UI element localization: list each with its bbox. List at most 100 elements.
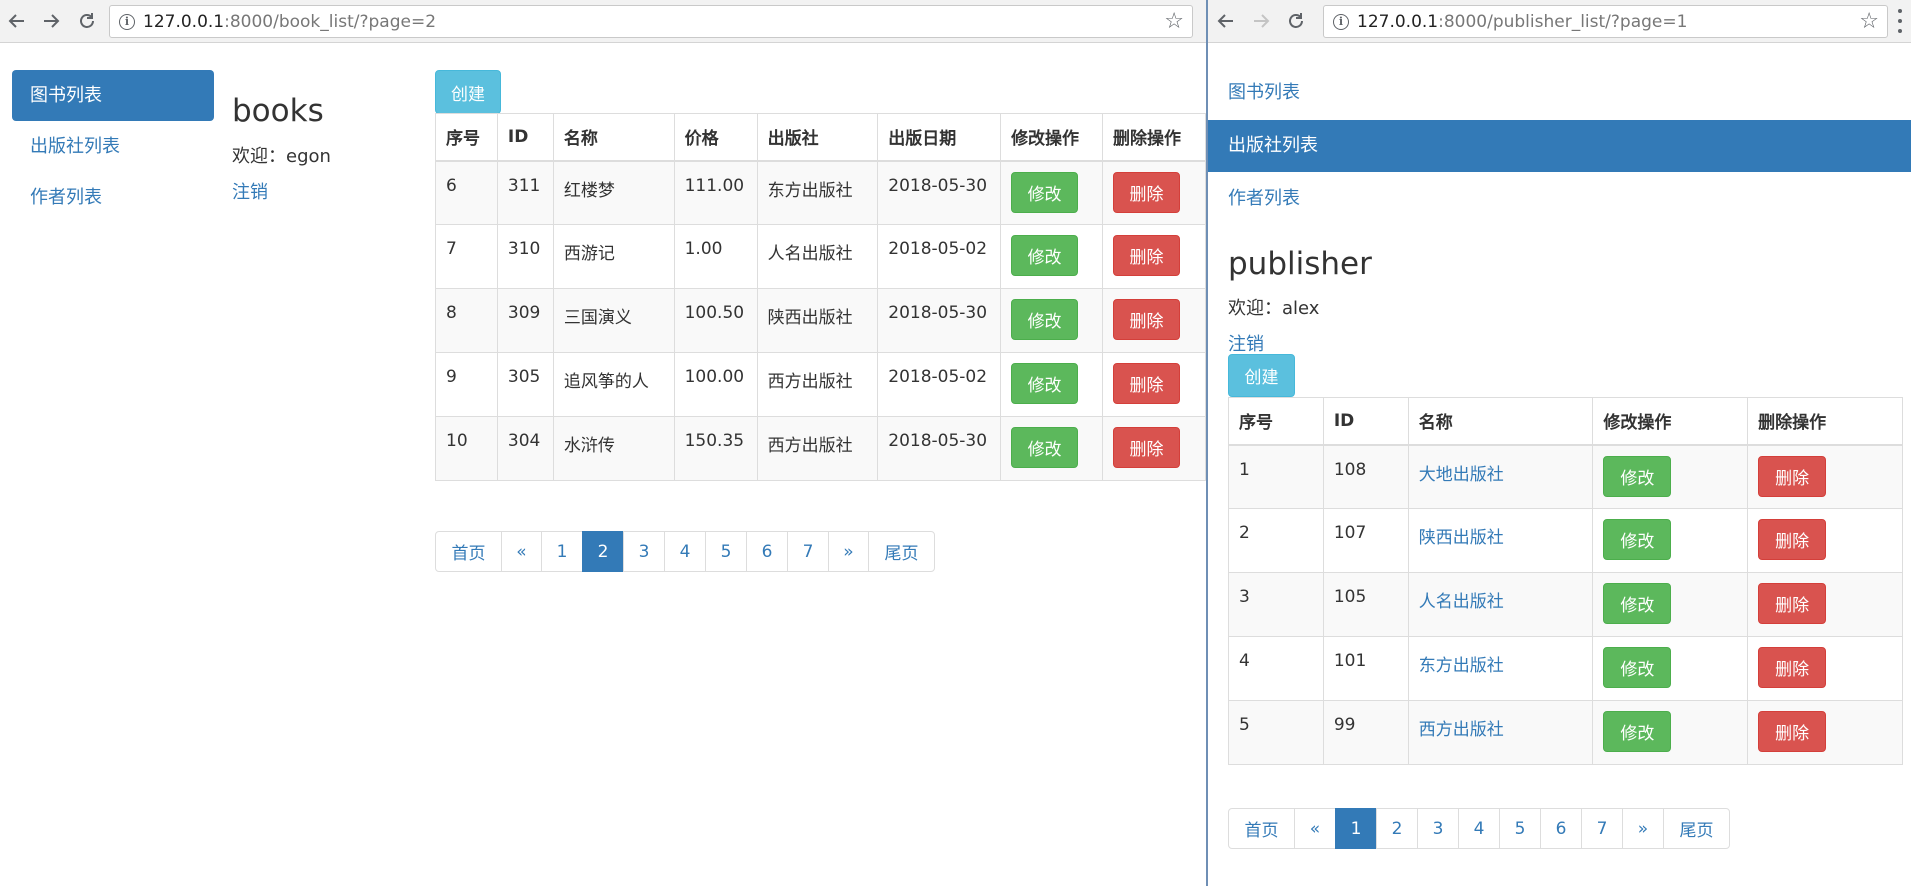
edit-cell: 修改 — [1592, 508, 1749, 573]
forward-arrow-icon[interactable] — [1247, 7, 1275, 35]
delete-button[interactable]: 删除 — [1758, 583, 1827, 624]
create-button[interactable]: 创建 — [1228, 354, 1295, 397]
pager-page-6[interactable]: 6 — [1540, 808, 1582, 849]
sidebar-item-authors[interactable]: 作者列表 — [12, 172, 214, 223]
address-url: 127.0.0.1:8000/publisher_list/?page=1 — [1357, 11, 1688, 32]
edit-button[interactable]: 修改 — [1603, 711, 1672, 752]
pager-next[interactable]: » — [828, 531, 869, 572]
pager-page-6[interactable]: 6 — [746, 531, 788, 572]
pager-page-7[interactable]: 7 — [787, 531, 829, 572]
edit-button[interactable]: 修改 — [1011, 299, 1079, 340]
edit-button[interactable]: 修改 — [1603, 583, 1672, 624]
sidebar-item-publishers[interactable]: 出版社列表 — [12, 121, 214, 172]
sidebar-nav: 图书列表 出版社列表 作者列表 — [12, 70, 214, 223]
book-publisher: 人名出版社 — [756, 224, 879, 289]
browser-toolbar: i 127.0.0.1:8000/book_list/?page=2 ☆ — [0, 0, 1206, 43]
row-number: 4 — [1228, 636, 1324, 701]
publisher-id: 101 — [1322, 636, 1409, 701]
sidebar-item-publishers[interactable]: 出版社列表 — [1208, 120, 1911, 172]
star-icon[interactable]: ☆ — [1164, 10, 1184, 34]
publisher-name-link[interactable]: 东方出版社 — [1419, 656, 1504, 676]
row-number: 8 — [435, 288, 498, 353]
pager-page-2[interactable]: 2 — [1376, 808, 1418, 849]
page-title: books — [232, 93, 324, 129]
pager-next[interactable]: » — [1622, 808, 1664, 849]
book-name: 三国演义 — [552, 288, 675, 353]
edit-button[interactable]: 修改 — [1011, 363, 1079, 404]
logout-link[interactable]: 注销 — [232, 178, 268, 204]
star-icon[interactable]: ☆ — [1859, 10, 1879, 34]
pager-page-4[interactable]: 4 — [1458, 808, 1500, 849]
delete-cell: 删除 — [1747, 572, 1903, 637]
sidebar-item-authors[interactable]: 作者列表 — [1208, 172, 1911, 226]
edit-cell: 修改 — [1592, 700, 1749, 765]
back-arrow-icon[interactable] — [1212, 7, 1240, 35]
create-button[interactable]: 创建 — [435, 70, 501, 114]
browser-toolbar: i 127.0.0.1:8000/publisher_list/?page=1 … — [1208, 0, 1911, 43]
pager-page-5[interactable]: 5 — [705, 531, 747, 572]
address-bar[interactable]: i 127.0.0.1:8000/book_list/?page=2 ☆ — [109, 5, 1193, 38]
pager-page-4[interactable]: 4 — [664, 531, 706, 572]
pager-prev[interactable]: « — [501, 531, 542, 572]
pager-page-2[interactable]: 2 — [582, 531, 624, 572]
delete-button[interactable]: 删除 — [1758, 519, 1827, 560]
edit-cell: 修改 — [1000, 416, 1103, 481]
pager-last[interactable]: 尾页 — [1663, 808, 1730, 849]
pager-page-1[interactable]: 1 — [1335, 808, 1377, 849]
delete-button[interactable]: 删除 — [1758, 455, 1827, 497]
publisher-name-link[interactable]: 人名出版社 — [1419, 592, 1504, 612]
delete-button[interactable]: 删除 — [1758, 711, 1827, 752]
book-name: 红楼梦 — [552, 160, 675, 225]
publisher-id: 105 — [1322, 572, 1409, 637]
sidebar-item-books[interactable]: 图书列表 — [1208, 66, 1911, 120]
edit-button[interactable]: 修改 — [1603, 519, 1672, 560]
pager-page-7[interactable]: 7 — [1581, 808, 1623, 849]
edit-button[interactable]: 修改 — [1011, 171, 1079, 213]
book-date: 2018-05-30 — [877, 416, 1002, 481]
reload-icon[interactable] — [73, 7, 101, 35]
column-header: ID — [496, 113, 554, 162]
delete-cell: 删除 — [1747, 636, 1903, 701]
delete-cell: 删除 — [1747, 508, 1903, 573]
row-number: 10 — [435, 416, 498, 481]
delete-button[interactable]: 删除 — [1113, 235, 1180, 276]
pager-first[interactable]: 首页 — [435, 531, 502, 572]
delete-button[interactable]: 删除 — [1113, 363, 1180, 404]
book-id: 304 — [496, 416, 554, 481]
delete-button[interactable]: 删除 — [1113, 299, 1180, 340]
publisher-id: 108 — [1322, 444, 1409, 509]
edit-button[interactable]: 修改 — [1603, 647, 1672, 688]
publisher-name-link[interactable]: 西方出版社 — [1419, 720, 1504, 740]
edit-cell: 修改 — [1592, 572, 1749, 637]
pager-first[interactable]: 首页 — [1228, 808, 1295, 849]
pager-page-3[interactable]: 3 — [1417, 808, 1459, 849]
edit-button[interactable]: 修改 — [1603, 455, 1672, 497]
delete-button[interactable]: 删除 — [1113, 171, 1180, 213]
pagination: 首页 « 1 2 3 4 5 6 7 » 尾页 — [435, 531, 935, 572]
pager-page-1[interactable]: 1 — [541, 531, 583, 572]
back-arrow-icon[interactable] — [3, 7, 31, 35]
address-url: 127.0.0.1:8000/book_list/?page=2 — [143, 11, 437, 32]
info-icon[interactable]: i — [119, 13, 135, 30]
publisher-name-link[interactable]: 大地出版社 — [1419, 465, 1504, 485]
delete-button[interactable]: 删除 — [1113, 427, 1180, 468]
delete-button[interactable]: 删除 — [1758, 647, 1827, 688]
pager-last[interactable]: 尾页 — [868, 531, 935, 572]
column-header: 出版社 — [756, 113, 879, 162]
pager-prev[interactable]: « — [1294, 808, 1336, 849]
info-icon[interactable]: i — [1333, 13, 1349, 30]
book-price: 111.00 — [673, 160, 758, 225]
menu-icon[interactable] — [1896, 9, 1904, 33]
address-bar[interactable]: i 127.0.0.1:8000/publisher_list/?page=1 … — [1323, 5, 1888, 38]
edit-button[interactable]: 修改 — [1011, 235, 1079, 276]
sidebar-item-books[interactable]: 图书列表 — [12, 70, 214, 121]
delete-cell: 删除 — [1747, 444, 1903, 509]
publisher-name-link[interactable]: 陕西出版社 — [1419, 528, 1504, 548]
forward-arrow-icon[interactable] — [37, 7, 65, 35]
logout-link[interactable]: 注销 — [1228, 330, 1264, 356]
edit-button[interactable]: 修改 — [1011, 427, 1079, 468]
table-row: 2 107 陕西出版社 修改 删除 — [1228, 508, 1903, 573]
pager-page-5[interactable]: 5 — [1499, 808, 1541, 849]
pager-page-3[interactable]: 3 — [623, 531, 665, 572]
reload-icon[interactable] — [1282, 7, 1310, 35]
